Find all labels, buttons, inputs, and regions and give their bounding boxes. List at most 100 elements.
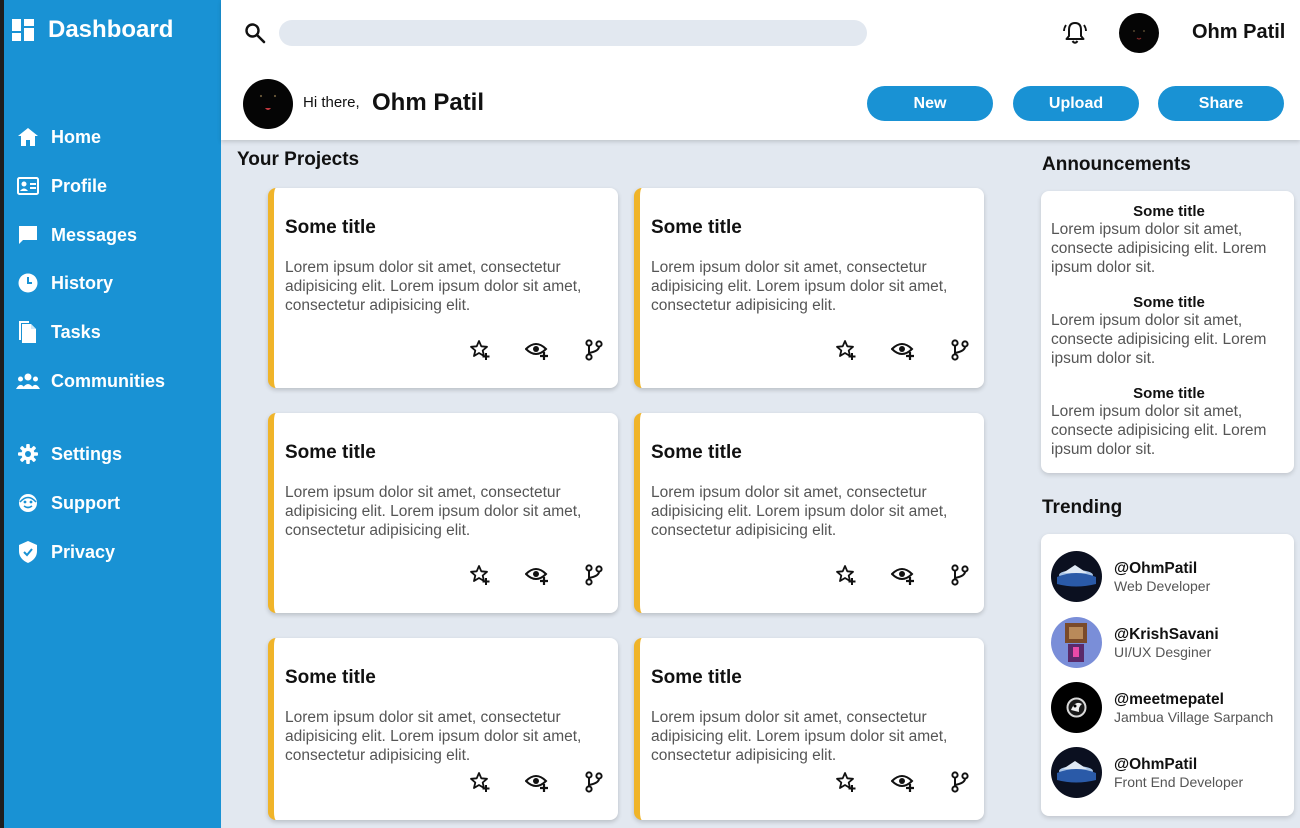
fork-icon[interactable] [582, 770, 606, 794]
message-icon [16, 223, 40, 247]
share-button[interactable]: Share [1158, 86, 1284, 121]
announcement-title: Some title [1133, 294, 1205, 311]
trending-item[interactable]: @OhmPatil Front End Developer [1051, 747, 1243, 798]
shield-icon [16, 540, 40, 564]
greeting-label: Hi there, [303, 94, 360, 111]
star-add-icon[interactable] [468, 338, 492, 362]
project-card[interactable]: Some title Lorem ipsum dolor sit amet, co… [634, 638, 984, 820]
header: Ohm Patil Hi there, Ohm Patil New Upload… [221, 0, 1300, 140]
dashboard-icon [12, 19, 34, 41]
project-card-body: Lorem ipsum dolor sit amet, consectetur … [651, 709, 948, 764]
star-add-icon[interactable] [468, 770, 492, 794]
star-add-icon[interactable] [834, 563, 858, 587]
project-card-title: Some title [651, 217, 742, 238]
id-card-icon [16, 174, 40, 198]
announcement-title: Some title [1133, 203, 1205, 220]
search-input[interactable] [279, 20, 867, 46]
project-card[interactable]: Some title Lorem ipsum dolor sit amet, co… [268, 188, 618, 388]
bell-icon[interactable] [1062, 20, 1088, 46]
sidebar-item-label: Tasks [51, 321, 101, 342]
sidebar-item-label: Settings [51, 443, 123, 464]
avatar [1051, 617, 1102, 668]
projects-title: Your Projects [237, 149, 360, 170]
upload-button[interactable]: Upload [1013, 86, 1139, 121]
announcement-body: Lorem ipsum dolor sit amet, consecte adi… [1051, 403, 1267, 458]
support-icon [16, 491, 40, 515]
watch-icon[interactable] [891, 563, 915, 587]
watch-icon[interactable] [525, 563, 549, 587]
document-icon [16, 320, 40, 344]
fork-icon[interactable] [948, 338, 972, 362]
sidebar-item-label: Profile [51, 175, 108, 196]
star-add-icon[interactable] [834, 338, 858, 362]
project-card[interactable]: Some title Lorem ipsum dolor sit amet, co… [634, 188, 984, 388]
sidebar-item-label: Support [51, 492, 120, 513]
watch-icon[interactable] [525, 338, 549, 362]
trending-role: Jambua Village Sarpanch [1114, 708, 1274, 725]
watch-icon[interactable] [891, 770, 915, 794]
project-card-actions [834, 770, 972, 794]
trending-handle: @KrishSavani [1114, 625, 1219, 643]
project-card-actions [834, 563, 972, 587]
sidebar-item-privacy[interactable]: Privacy [16, 538, 115, 566]
fork-icon[interactable] [948, 563, 972, 587]
project-card-title: Some title [285, 217, 376, 238]
project-card[interactable]: Some title Lorem ipsum dolor sit amet, co… [268, 413, 618, 613]
brand-title: Dashboard [48, 16, 174, 43]
trending-item[interactable]: @KrishSavani UI/UX Desginer [1051, 617, 1219, 668]
project-card-title: Some title [285, 442, 376, 463]
trending-item[interactable]: @OhmPatil Web Developer [1051, 551, 1210, 602]
sidebar-item-support[interactable]: Support [16, 489, 120, 517]
avatar [1051, 747, 1102, 798]
trending-role: Web Developer [1114, 577, 1211, 594]
trending-handle: @OhmPatil [1114, 559, 1198, 577]
announcement-body: Lorem ipsum dolor sit amet, consecte adi… [1051, 221, 1267, 276]
watch-icon[interactable] [525, 770, 549, 794]
project-card-title: Some title [285, 667, 376, 688]
announcement-item[interactable]: Some title Lorem ipsum dolor sit amet, c… [1051, 385, 1287, 459]
avatar [1051, 551, 1102, 602]
project-card[interactable]: Some title Lorem ipsum dolor sit amet, co… [634, 413, 984, 613]
project-card-actions [468, 563, 606, 587]
sidebar-item-home[interactable]: Home [16, 123, 101, 151]
project-card-title: Some title [651, 667, 742, 688]
sidebar-item-label: Communities [51, 370, 166, 391]
trending-handle: @meetmepatel [1114, 690, 1224, 708]
home-icon [16, 125, 40, 149]
trending-role: UI/UX Desginer [1114, 643, 1212, 660]
trending-handle: @OhmPatil [1114, 755, 1198, 773]
fork-icon[interactable] [582, 338, 606, 362]
sidebar-item-messages[interactable]: Messages [16, 221, 137, 249]
brand[interactable]: Dashboard [12, 16, 173, 44]
trending-role: Front End Developer [1114, 773, 1244, 790]
fork-icon[interactable] [582, 563, 606, 587]
group-icon [16, 369, 40, 393]
trending-title: Trending [1042, 497, 1123, 518]
user-name[interactable]: Ohm Patil [1192, 21, 1285, 44]
announcement-item[interactable]: Some title Lorem ipsum dolor sit amet, c… [1051, 294, 1287, 368]
announcement-body: Lorem ipsum dolor sit amet, consecte adi… [1051, 312, 1267, 367]
sidebar-item-tasks[interactable]: Tasks [16, 318, 101, 346]
project-card-body: Lorem ipsum dolor sit amet, consectetur … [651, 484, 948, 539]
sidebar-item-settings[interactable]: Settings [16, 440, 122, 468]
sidebar-item-history[interactable]: History [16, 269, 113, 297]
avatar [243, 79, 293, 129]
project-card-title: Some title [651, 442, 742, 463]
greeting-name: Ohm Patil [372, 89, 485, 116]
fork-icon[interactable] [948, 770, 972, 794]
trending-item[interactable]: @meetmepatel Jambua Village Sarpanch [1051, 682, 1273, 733]
sidebar-item-profile[interactable]: Profile [16, 172, 107, 200]
gear-icon [16, 442, 40, 466]
project-card[interactable]: Some title Lorem ipsum dolor sit amet, co… [268, 638, 618, 820]
project-card-actions [468, 770, 606, 794]
star-add-icon[interactable] [468, 563, 492, 587]
avatar[interactable] [1119, 13, 1159, 53]
new-button[interactable]: New [867, 86, 993, 121]
announcement-item[interactable]: Some title Lorem ipsum dolor sit amet, c… [1051, 203, 1287, 277]
announcement-title: Some title [1133, 385, 1205, 402]
search-icon[interactable] [244, 22, 266, 44]
sidebar-item-communities[interactable]: Communities [16, 367, 165, 395]
star-add-icon[interactable] [834, 770, 858, 794]
watch-icon[interactable] [891, 338, 915, 362]
project-card-body: Lorem ipsum dolor sit amet, consectetur … [651, 259, 948, 314]
